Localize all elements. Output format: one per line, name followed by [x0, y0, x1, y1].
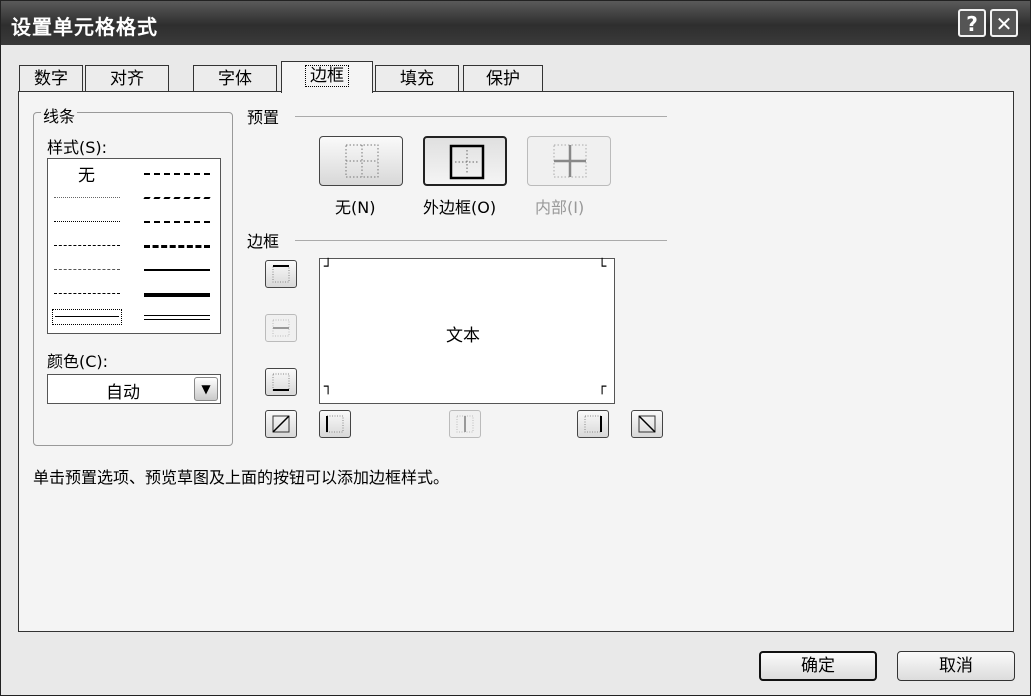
tab-border-label: 边框	[305, 65, 349, 87]
line-style-thin	[55, 316, 119, 317]
color-label: 颜色(C):	[47, 352, 109, 371]
border-diagonal-down-button[interactable]	[631, 410, 663, 438]
line-style-medium-dash-dot-dot[interactable]	[144, 173, 210, 175]
border-diagonal-up-button[interactable]	[265, 410, 297, 438]
preview-corner-bl: ┐	[324, 379, 333, 395]
preview-text: 文本	[446, 326, 480, 346]
border-separator	[295, 240, 667, 241]
line-style-none[interactable]: 无	[78, 161, 95, 186]
border-inside-icon	[553, 144, 587, 178]
tab-fill[interactable]: 填充	[375, 65, 459, 91]
tab-font[interactable]: 字体	[193, 65, 277, 91]
color-dropdown-value: 自动	[106, 383, 140, 403]
format-cells-dialog: 设置单元格格式 ? ✕ 数字 对齐 字体 边框 填充 保护 线条 样式(S): …	[0, 0, 1031, 696]
border-inside-vertical-button[interactable]	[449, 410, 481, 438]
help-button[interactable]: ?	[958, 9, 986, 37]
border-right-button[interactable]	[577, 410, 609, 438]
color-dropdown[interactable]: 自动 ▼	[47, 374, 221, 404]
border-bottom-button[interactable]	[265, 368, 297, 396]
border-left-icon	[326, 415, 344, 433]
border-top-icon	[272, 265, 290, 283]
line-style-dash-dot[interactable]	[54, 269, 120, 270]
close-button[interactable]: ✕	[990, 9, 1018, 37]
preset-inside-button[interactable]	[527, 136, 611, 186]
cancel-button[interactable]: 取消	[897, 651, 1015, 681]
line-style-medium[interactable]	[144, 269, 210, 271]
border-none-icon	[345, 144, 379, 178]
style-label: 样式(S):	[47, 138, 108, 157]
line-style-medium-dashed[interactable]	[144, 245, 210, 248]
preset-outline-label: 外边框(O)	[423, 198, 497, 217]
border-left-button[interactable]	[319, 410, 351, 438]
border-top-button[interactable]	[265, 260, 297, 288]
preset-none-label: 无(N)	[335, 198, 376, 217]
dialog-title: 设置单元格格式	[11, 15, 158, 39]
preset-inside-label: 内部(I)	[535, 198, 585, 217]
preset-outline-button[interactable]	[423, 136, 507, 186]
line-group-legend: 线条	[41, 103, 78, 127]
chevron-down-icon[interactable]: ▼	[194, 377, 218, 401]
presets-separator	[295, 116, 667, 117]
border-tab-panel: 线条 样式(S): 无 颜色(C): 自动 ▼ 预置 无(N) 外边框(O) 内…	[18, 91, 1014, 632]
line-style-dashed[interactable]	[54, 293, 120, 294]
tab-alignment[interactable]: 对齐	[85, 65, 169, 91]
title-bar[interactable]: 设置单元格格式 ? ✕	[1, 1, 1030, 45]
line-style-slant-dash-dot[interactable]	[143, 197, 211, 199]
line-style-selected[interactable]	[52, 309, 122, 325]
border-preview[interactable]: ┘ └ ┐ ┌ 文本	[319, 258, 615, 404]
tab-protection[interactable]: 保护	[463, 65, 543, 91]
line-style-dotted[interactable]	[54, 221, 120, 222]
border-right-icon	[584, 415, 602, 433]
preset-none-button[interactable]	[319, 136, 403, 186]
preview-corner-tr: └	[598, 259, 607, 275]
diagonal-up-icon	[272, 415, 290, 433]
border-inside-horizontal-icon	[272, 319, 290, 337]
line-style-double[interactable]	[144, 315, 210, 320]
border-legend: 边框	[247, 232, 280, 251]
line-style-hair[interactable]	[54, 197, 120, 198]
presets-legend: 预置	[247, 108, 280, 127]
hint-text: 单击预置选项、预览草图及上面的按钮可以添加边框样式。	[33, 468, 450, 487]
line-style-medium-dash-dot[interactable]	[144, 221, 210, 223]
line-style-dash-dot-dot[interactable]	[54, 245, 120, 246]
border-inside-horizontal-button[interactable]	[265, 314, 297, 342]
ok-button[interactable]: 确定	[759, 651, 877, 681]
border-outline-icon	[449, 144, 485, 180]
border-inside-vertical-icon	[456, 415, 474, 433]
border-bottom-icon	[272, 373, 290, 391]
diagonal-down-icon	[638, 415, 656, 433]
tab-border[interactable]: 边框	[281, 61, 373, 93]
line-style-thick[interactable]	[144, 293, 210, 297]
preview-corner-tl: ┘	[324, 259, 333, 275]
preview-corner-br: ┌	[598, 379, 607, 395]
tab-number[interactable]: 数字	[19, 65, 83, 91]
line-style-list[interactable]: 无	[47, 158, 221, 334]
